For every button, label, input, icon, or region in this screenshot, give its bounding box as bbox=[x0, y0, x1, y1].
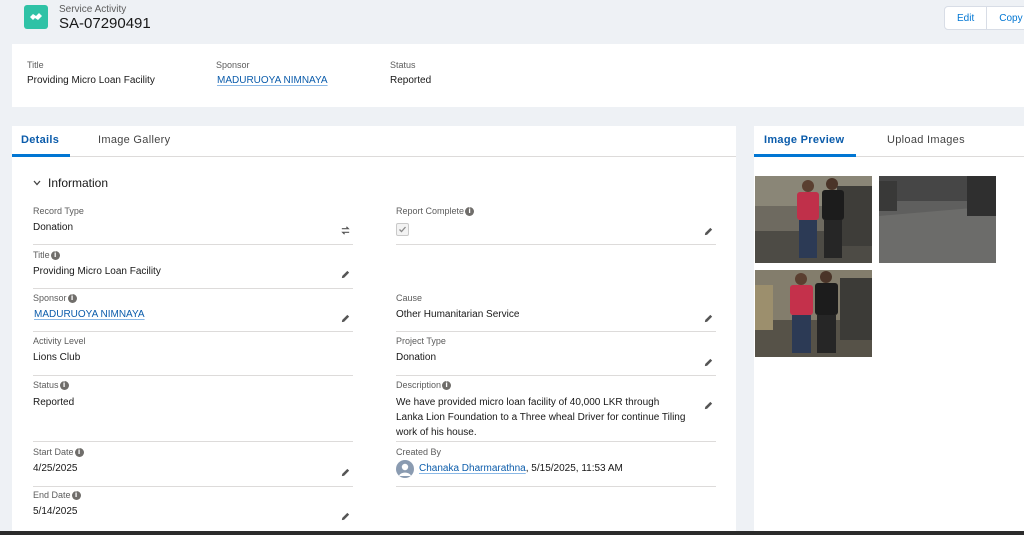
tab-image-gallery[interactable]: Image Gallery bbox=[98, 134, 170, 146]
field-sponsor: Sponsor i MADURUOYA NIMNAYA bbox=[33, 293, 353, 332]
info-icon[interactable]: i bbox=[465, 206, 475, 216]
active-tab-indicator bbox=[12, 154, 70, 157]
gallery-photo-thumbnail[interactable] bbox=[755, 176, 872, 263]
field-value: Providing Micro Loan Facility bbox=[33, 266, 161, 277]
field-label-text: Sponsor bbox=[33, 293, 67, 303]
pencil-edit-icon[interactable] bbox=[340, 467, 351, 478]
details-card: Details Image Gallery Information Record… bbox=[12, 126, 736, 535]
pencil-edit-icon[interactable] bbox=[340, 269, 351, 280]
record-header: Service Activity SA-07290491 Edit Copy bbox=[0, 0, 1024, 36]
field-label: Record Type bbox=[33, 206, 84, 216]
pencil-edit-icon[interactable] bbox=[340, 511, 351, 522]
field-label-text: End Date bbox=[33, 490, 71, 500]
gallery-photo-thumbnail[interactable] bbox=[879, 176, 996, 263]
field-activity-level: Activity Level Lions Club bbox=[33, 336, 353, 376]
pencil-edit-icon[interactable] bbox=[703, 400, 714, 411]
highlight-title: Title Providing Micro Loan Facility bbox=[27, 60, 155, 86]
created-by-user-link[interactable]: Chanaka Dharmarathna bbox=[419, 463, 526, 474]
field-label: Cause bbox=[396, 293, 423, 303]
field-label: Project Type bbox=[396, 336, 446, 346]
field-label: Created By bbox=[396, 447, 442, 457]
sponsor-link[interactable]: MADURUOYA NIMNAYA bbox=[34, 309, 145, 320]
field-value: Other Humanitarian Service bbox=[396, 309, 520, 320]
field-end-date: End Date i 5/14/2025 bbox=[33, 490, 353, 532]
field-label-text: Description bbox=[396, 380, 442, 390]
field-label-text: Title bbox=[33, 250, 50, 260]
info-icon[interactable]: i bbox=[71, 490, 81, 500]
tab-image-preview[interactable]: Image Preview bbox=[764, 134, 844, 146]
field-value: Donation bbox=[396, 352, 437, 363]
field-record-type: Record Type Donation bbox=[33, 206, 353, 245]
field-value: Donation bbox=[33, 222, 74, 233]
main-tab-bar: Details Image Gallery bbox=[12, 126, 736, 157]
field-value: 5/14/2025 bbox=[33, 506, 78, 517]
highlight-status: Status Reported bbox=[390, 60, 431, 86]
section-title: Information bbox=[48, 176, 109, 190]
created-by-value: Chanaka Dharmarathna, 5/15/2025, 11:53 A… bbox=[419, 463, 623, 474]
field-label: Start Date i bbox=[33, 447, 84, 457]
action-button-group: Edit Copy bbox=[944, 6, 1024, 30]
field-label: Status i bbox=[33, 380, 69, 390]
chevron-down-icon bbox=[33, 180, 41, 186]
field-project-type: Project Type Donation bbox=[396, 336, 716, 376]
field-label: End Date i bbox=[33, 490, 81, 500]
info-icon[interactable]: i bbox=[50, 250, 60, 260]
record-name: SA-07290491 bbox=[59, 15, 151, 32]
info-icon[interactable]: i bbox=[67, 293, 77, 303]
checkmark-icon bbox=[399, 226, 406, 233]
user-avatar-icon bbox=[396, 460, 414, 478]
highlight-sponsor-link[interactable]: MADURUOYA NIMNAYA bbox=[217, 75, 328, 86]
highlights-panel: Title Providing Micro Loan Facility Spon… bbox=[12, 44, 1024, 107]
pencil-edit-icon[interactable] bbox=[703, 313, 714, 324]
info-icon[interactable]: i bbox=[442, 380, 452, 390]
change-record-type-icon[interactable] bbox=[340, 225, 351, 236]
field-created-by: Created By Chanaka Dharmarathna, 5/15/20… bbox=[396, 447, 716, 487]
gallery-photo-thumbnail[interactable] bbox=[755, 270, 872, 357]
field-label: Activity Level bbox=[33, 336, 86, 346]
field-start-date: Start Date i 4/25/2025 bbox=[33, 447, 353, 487]
field-value: We have provided micro loan facility of … bbox=[396, 397, 686, 438]
created-timestamp: , 5/15/2025, 11:53 AM bbox=[525, 463, 623, 474]
field-value: Lions Club bbox=[33, 352, 81, 363]
field-label-text: Status bbox=[33, 380, 59, 390]
pencil-edit-icon[interactable] bbox=[340, 313, 351, 324]
active-tab-indicator bbox=[754, 154, 856, 157]
highlight-status-value: Reported bbox=[390, 75, 432, 86]
object-type-label: Service Activity bbox=[59, 4, 127, 15]
field-value: 4/25/2025 bbox=[33, 463, 78, 474]
highlight-sponsor-label: Sponsor bbox=[216, 60, 250, 70]
highlight-sponsor: Sponsor MADURUOYA NIMNAYA bbox=[216, 60, 328, 86]
field-label: Title i bbox=[33, 250, 60, 260]
section-toggle-information[interactable]: Information bbox=[32, 176, 108, 190]
pencil-edit-icon[interactable] bbox=[703, 357, 714, 368]
edit-button[interactable]: Edit bbox=[944, 6, 988, 30]
field-label-text: Report Complete bbox=[396, 206, 465, 216]
pencil-edit-icon[interactable] bbox=[703, 226, 714, 237]
highlight-title-value: Providing Micro Loan Facility bbox=[27, 75, 155, 86]
info-icon[interactable]: i bbox=[59, 380, 69, 390]
highlight-status-label: Status bbox=[390, 60, 416, 70]
tab-upload-images[interactable]: Upload Images bbox=[887, 134, 965, 146]
image-card: Image Preview Upload Images bbox=[754, 126, 1024, 535]
tab-details[interactable]: Details bbox=[21, 134, 59, 146]
side-tab-bar: Image Preview Upload Images bbox=[754, 126, 1024, 157]
field-label-text: Start Date bbox=[33, 447, 74, 457]
field-label: Description i bbox=[396, 380, 452, 390]
field-title: Title i Providing Micro Loan Facility bbox=[33, 250, 353, 289]
copy-button[interactable]: Copy bbox=[987, 6, 1024, 30]
field-description: Description i We have provided micro loan… bbox=[396, 380, 716, 442]
field-status: Status i Reported bbox=[33, 380, 353, 442]
info-icon[interactable]: i bbox=[74, 447, 84, 457]
field-label: Report Complete i bbox=[396, 206, 475, 216]
field-cause: Cause Other Humanitarian Service bbox=[396, 293, 716, 332]
handshake-icon bbox=[24, 5, 48, 29]
field-label: Sponsor i bbox=[33, 293, 77, 303]
taskbar-edge bbox=[0, 531, 1024, 535]
field-value: Reported bbox=[33, 397, 75, 408]
report-complete-checkbox bbox=[396, 223, 409, 236]
highlight-title-label: Title bbox=[27, 60, 44, 70]
field-report-complete: Report Complete i bbox=[396, 206, 716, 245]
